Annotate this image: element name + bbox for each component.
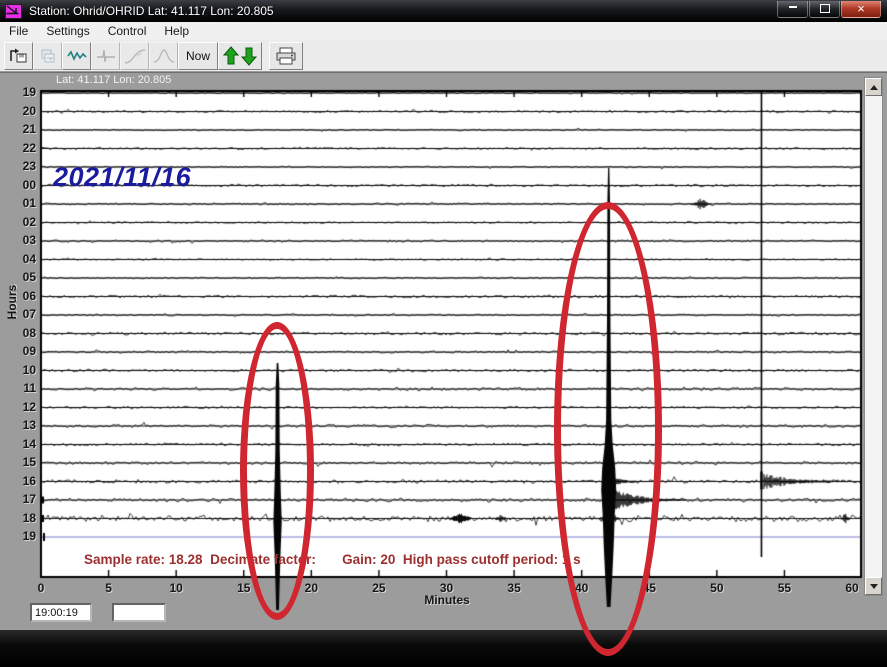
minute-label: 15: [230, 581, 258, 595]
hour-label: 16: [12, 474, 36, 488]
hour-label: 15: [12, 455, 36, 469]
hour-label: 08: [12, 326, 36, 340]
app-window: Station: Ohrid/OHRID Lat: 41.117 Lon: 20…: [0, 0, 887, 667]
toolbar: P Now: [0, 40, 887, 72]
hour-label: 13: [12, 418, 36, 432]
scroll-up-button[interactable]: [865, 78, 882, 96]
green-down-arrow-icon: [242, 48, 256, 65]
filter-response-button[interactable]: P: [120, 42, 149, 70]
hour-label: 12: [12, 400, 36, 414]
hour-label: 06: [12, 289, 36, 303]
green-up-arrow-icon: [224, 47, 238, 64]
hour-label: 00: [12, 178, 36, 192]
chart-vertical-scrollbar[interactable]: [864, 77, 883, 596]
svg-text:P: P: [137, 52, 142, 59]
hour-label: 14: [12, 437, 36, 451]
waveform-icon: [67, 48, 87, 64]
close-button[interactable]: ×: [841, 1, 881, 18]
minute-label: 20: [297, 581, 325, 595]
chart-coordinates-label: Lat: 41.117 Lon: 20.805: [56, 74, 171, 86]
minute-label: 5: [95, 581, 123, 595]
hour-label: 09: [12, 344, 36, 358]
hour-label: 02: [12, 215, 36, 229]
taskbar: e: [0, 630, 887, 667]
minute-label: 35: [500, 581, 528, 595]
menu-control[interactable]: Control: [99, 23, 156, 39]
hour-label: 10: [12, 363, 36, 377]
hour-label: 01: [12, 196, 36, 210]
minute-label: 55: [770, 581, 798, 595]
hour-label: 04: [12, 252, 36, 266]
hour-label: 03: [12, 233, 36, 247]
minutes-axis-label: Minutes: [418, 593, 476, 607]
pulse-icon: [96, 48, 116, 64]
print-button[interactable]: [269, 42, 303, 70]
waveform-button[interactable]: [62, 42, 91, 70]
aux-field[interactable]: [112, 603, 166, 622]
copy-button[interactable]: [33, 42, 62, 70]
minute-label: 40: [568, 581, 596, 595]
acquisition-info-label: Sample rate: 18.28 Decimate factor: Gain…: [84, 552, 581, 567]
triangle-up-icon: [870, 85, 878, 90]
menu-file[interactable]: File: [0, 23, 37, 39]
triangle-down-icon: [870, 584, 878, 589]
menu-help[interactable]: Help: [155, 23, 198, 39]
open-export-icon: [9, 47, 28, 64]
pulse-button[interactable]: [91, 42, 120, 70]
menu-bar: File Settings Control Help: [0, 22, 887, 41]
maximize-button[interactable]: [809, 1, 840, 18]
current-time-field[interactable]: [30, 603, 92, 622]
minute-label: 60: [838, 581, 866, 595]
minute-label: 0: [27, 581, 55, 595]
scroll-down-button[interactable]: [865, 577, 882, 595]
minute-label: 50: [703, 581, 731, 595]
menu-settings[interactable]: Settings: [37, 23, 98, 39]
hour-label: 07: [12, 307, 36, 321]
minute-label: 25: [365, 581, 393, 595]
hour-label: 19: [12, 85, 36, 99]
hour-label: 20: [12, 104, 36, 118]
date-annotation: 2021/11/16: [53, 162, 191, 193]
hour-label: 17: [12, 492, 36, 506]
title-bar[interactable]: Station: Ohrid/OHRID Lat: 41.117 Lon: 20…: [0, 0, 887, 22]
bell-curve-button[interactable]: [149, 42, 178, 70]
window-title: Station: Ohrid/OHRID Lat: 41.117 Lon: 20…: [29, 4, 274, 18]
open-export-button[interactable]: [4, 42, 33, 70]
minute-label: 45: [635, 581, 663, 595]
printer-icon: [274, 47, 298, 65]
hour-label: 18: [12, 511, 36, 525]
now-button[interactable]: Now: [178, 42, 218, 70]
hour-label: 11: [12, 381, 36, 395]
copy-icon: [39, 48, 57, 64]
hour-label: 23: [12, 159, 36, 173]
filter-response-icon: P: [124, 47, 146, 65]
scroll-updown-button[interactable]: [218, 42, 262, 70]
hour-label: 22: [12, 141, 36, 155]
minimize-button[interactable]: [777, 1, 808, 18]
seismogram-canvas[interactable]: [0, 72, 887, 630]
app-icon: [5, 4, 22, 19]
hour-label: 21: [12, 122, 36, 136]
hour-label: 19: [12, 529, 36, 543]
bell-curve-icon: [153, 47, 175, 65]
minute-label: 10: [162, 581, 190, 595]
minute-label: 30: [433, 581, 461, 595]
hour-label: 05: [12, 270, 36, 284]
